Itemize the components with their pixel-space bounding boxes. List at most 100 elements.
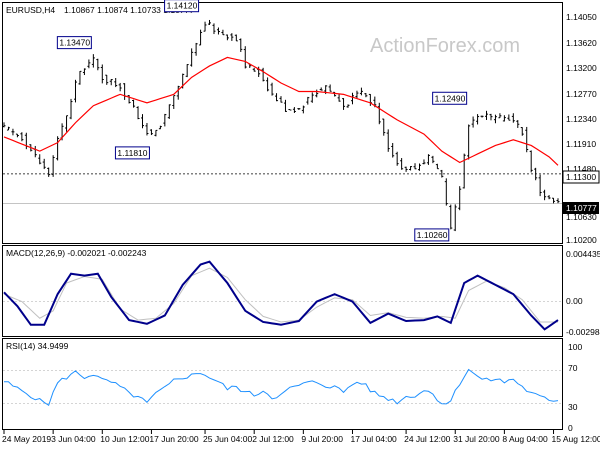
price-bar	[364, 93, 368, 98]
price-annotation: 1.10260	[414, 228, 450, 242]
price-annotation: 1.12490	[432, 91, 468, 105]
price-bar	[221, 29, 225, 36]
price-bar	[42, 158, 46, 170]
price-bar	[404, 166, 408, 172]
price-bar	[65, 115, 69, 132]
price-bar	[100, 64, 104, 84]
price-bar	[342, 98, 346, 110]
price-bar	[516, 120, 520, 128]
time-label: 15 Aug 12:00	[552, 434, 600, 444]
time-label: 25 Jun 04:00	[203, 434, 252, 444]
price-bar	[252, 67, 256, 72]
price-bar	[355, 90, 359, 99]
price-bar	[462, 153, 466, 189]
price-bar	[11, 128, 15, 136]
macd-main-line	[3, 260, 559, 331]
price-bar	[176, 85, 180, 100]
price-bar	[493, 114, 497, 124]
price-bar	[136, 106, 140, 120]
price-bar	[552, 197, 556, 204]
price-bar	[319, 87, 323, 91]
level-price-label: 1.11300	[566, 172, 596, 182]
time-label: 31 Jul 20:00	[453, 434, 500, 444]
price-bar	[409, 166, 413, 171]
price-bar	[422, 159, 426, 165]
chart-window: ActionForex.com EURUSD,H4 1.10867 1.1087…	[0, 0, 600, 450]
price-annotation-label: 1.13470	[59, 38, 90, 48]
price-bar	[435, 163, 439, 170]
price-bar	[199, 29, 203, 46]
symbol-label: EURUSD,H4	[6, 5, 55, 15]
price-bar	[216, 27, 220, 35]
price-bar	[498, 113, 502, 119]
price-bar	[377, 102, 381, 125]
price-bar	[105, 74, 109, 85]
price-bar	[123, 83, 127, 100]
price-bar	[328, 84, 332, 92]
price-bar	[234, 34, 238, 42]
macd-tick: 0.004435	[566, 249, 600, 259]
price-annotation: 1.11810	[114, 146, 150, 160]
price-bar	[33, 145, 37, 158]
time-axis: 24 May 2019 3 Jun 04:00 10 Jun 12:00 17 Jun…	[2, 430, 600, 444]
price-bar	[185, 64, 189, 78]
price-tick: 1.10200	[566, 235, 597, 245]
chart-canvas[interactable]: ActionForex.com EURUSD,H4 1.10867 1.1087…	[0, 0, 600, 450]
price-bar	[87, 59, 91, 69]
price-bar	[453, 204, 457, 232]
price-bar	[288, 109, 292, 111]
price-bar	[350, 92, 354, 105]
price-bar	[194, 42, 198, 56]
price-bar	[190, 48, 194, 67]
price-bar	[109, 79, 113, 86]
price-bar	[315, 89, 319, 98]
macd-panel-frame	[2, 245, 563, 337]
price-tick: 1.13200	[566, 63, 597, 73]
price-bar	[489, 113, 493, 121]
price-bar	[529, 150, 533, 173]
price-bar	[525, 126, 529, 153]
price-tick: 1.11910	[566, 139, 596, 149]
price-bar	[310, 92, 314, 103]
time-label: 24 May 2019	[2, 434, 51, 444]
price-bar	[132, 99, 136, 108]
moving-average-line	[3, 56, 559, 166]
price-bar	[547, 195, 551, 200]
rsi-tick: 30	[568, 402, 578, 412]
current-price-label: 1.10777	[566, 203, 597, 213]
price-bar	[306, 96, 310, 105]
price-bar	[270, 82, 274, 96]
price-bar	[485, 110, 489, 120]
price-bar	[6, 126, 10, 131]
price-bar	[391, 142, 395, 158]
price-bar	[154, 129, 158, 137]
price-bar	[426, 154, 430, 165]
price-bar	[118, 82, 122, 92]
price-bar	[471, 116, 475, 128]
price-tick: 1.12770	[566, 89, 597, 99]
price-bar	[47, 167, 51, 177]
price-tick: 1.14050	[566, 12, 597, 22]
price-bar	[275, 93, 279, 102]
price-bar	[301, 105, 305, 114]
price-bar	[507, 114, 511, 121]
price-bar	[386, 129, 390, 152]
price-tick: 1.12340	[566, 114, 597, 124]
price-bar	[38, 154, 42, 165]
price-bar	[431, 155, 435, 164]
rsi-panel-title: RSI(14) 34.9499	[6, 341, 69, 351]
price-bar	[400, 158, 404, 170]
price-bar	[480, 115, 484, 118]
rsi-line	[3, 368, 559, 407]
price-annotation: 1.14120	[164, 0, 200, 13]
price-bar	[15, 133, 19, 138]
rsi-tick: 100	[568, 342, 582, 352]
time-label: 2 Jul 12:00	[252, 434, 294, 444]
rsi-plot	[3, 368, 562, 407]
price-bar	[141, 114, 144, 129]
price-bar	[91, 54, 95, 68]
price-bar	[458, 186, 462, 211]
price-bar	[167, 104, 171, 119]
price-bar	[82, 68, 86, 76]
macd-tick: 0.00	[566, 296, 583, 306]
